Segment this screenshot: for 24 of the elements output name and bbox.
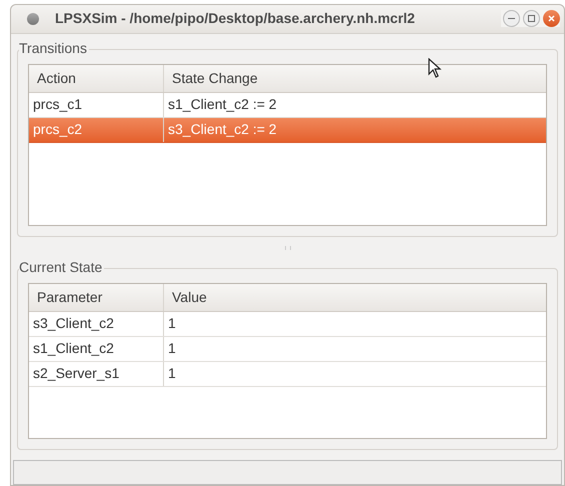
table-cell-text: s3_Client_c2 := 2 <box>167 120 278 140</box>
minimize-button[interactable] <box>503 10 520 28</box>
window-menu-icon[interactable] <box>27 12 39 25</box>
table-cell: prcs_c1 <box>29 92 164 117</box>
column-header[interactable]: State Change <box>164 64 546 92</box>
table-cell: prcs_c2 <box>29 118 164 142</box>
table-cell: s2_Server_s1 <box>29 362 164 386</box>
column-header[interactable]: Value <box>164 284 546 311</box>
maximize-button[interactable] <box>523 10 540 28</box>
group-title: Transitions <box>19 40 89 56</box>
table-row[interactable]: s1_Client_c2 1 <box>29 336 546 362</box>
table-cell-text: s1_Client_c2 := 2 <box>167 95 278 114</box>
table-cell: s1_Client_c2 <box>29 336 164 361</box>
table-row[interactable]: s2_Server_s1 1 <box>29 362 546 387</box>
window-title: LPSXSim - /home/pipo/Desktop/base.archery.nh.mcrl2 <box>55 9 416 28</box>
close-button[interactable] <box>543 10 560 28</box>
table-cell-text: 1 <box>167 314 177 334</box>
table-row[interactable]: s3_Client_c2 1 <box>29 312 546 337</box>
column-header[interactable]: Parameter <box>29 284 164 311</box>
table-cell-text: 1 <box>167 339 177 358</box>
table-cell-text: 1 <box>167 364 177 384</box>
close-icon <box>548 15 555 22</box>
table-cell: s3_Client_c2 <box>29 312 164 336</box>
column-header[interactable]: Action <box>29 64 164 92</box>
